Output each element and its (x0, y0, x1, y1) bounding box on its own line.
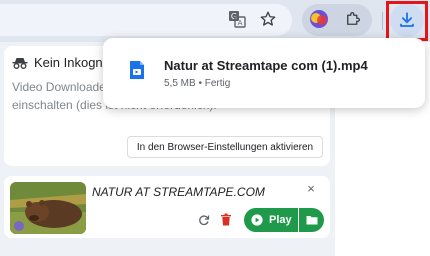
meta-separator: • (198, 78, 202, 89)
enable-in-browser-settings-button[interactable]: In den Browser-Einstellungen aktivieren (127, 136, 323, 158)
file-icon (130, 61, 144, 79)
extension-icon (310, 10, 328, 28)
open-folder-button[interactable] (299, 208, 324, 232)
incognito-heading: Kein Inkognito (12, 55, 116, 70)
video-downloader-extension-button[interactable] (304, 4, 334, 34)
puzzle-icon (347, 12, 360, 25)
incognito-icon (12, 57, 28, 69)
video-title: NATUR AT STREAMTAPE.COM (92, 185, 265, 199)
play-button[interactable]: Play (244, 208, 298, 232)
video-thumbnail[interactable] (10, 182, 86, 234)
refresh-icon[interactable] (198, 214, 210, 226)
translate-button[interactable]: G A (222, 4, 252, 34)
play-label: Play (269, 214, 292, 226)
download-file-size: 5,5 MB (164, 78, 196, 89)
video-card: NATUR AT STREAMTAPE.COM × Play (4, 176, 330, 238)
download-bubble: Natur at Streamtape com (1).mp4 5,5 MB •… (103, 38, 425, 108)
download-button-highlight (386, 1, 428, 41)
close-icon[interactable]: × (304, 182, 318, 196)
download-file-name[interactable]: Natur at Streamtape com (1).mp4 (164, 58, 368, 73)
toolbar-divider (382, 12, 383, 30)
folder-icon (306, 216, 317, 225)
extensions-menu-button[interactable] (338, 4, 368, 34)
download-file-meta: 5,5 MB • Fertig (164, 78, 230, 89)
download-status: Fertig (204, 78, 231, 89)
star-icon (260, 11, 276, 26)
bookmark-star-button[interactable] (253, 4, 283, 34)
trash-icon[interactable] (220, 213, 232, 226)
translate-icon: G A (229, 11, 246, 28)
browser-toolbar: G A (0, 0, 430, 42)
svg-text:A: A (238, 19, 243, 27)
play-icon (251, 214, 263, 226)
